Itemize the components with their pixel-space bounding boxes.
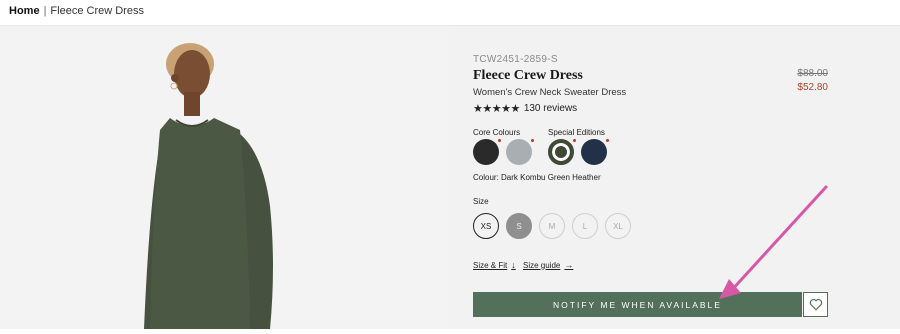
swatch-dark-kombu-green-selected[interactable] xyxy=(548,139,576,165)
size-s-button[interactable]: S xyxy=(506,213,532,239)
size-guide-link[interactable]: Size guide → xyxy=(523,260,573,270)
reviews-link[interactable]: 130 reviews xyxy=(524,103,577,114)
size-fit-link[interactable]: Size & Fit ↓ xyxy=(473,260,516,270)
swatch-navy[interactable] xyxy=(581,139,609,165)
size-xs-button[interactable]: XS xyxy=(473,213,499,239)
size-m-button[interactable]: M xyxy=(539,213,565,239)
swatch-grey[interactable] xyxy=(506,139,534,165)
star-rating-icon: ★★★★★ xyxy=(473,103,520,115)
product-image[interactable] xyxy=(0,26,449,329)
product-sku: TCW2451-2859-S xyxy=(473,54,558,65)
product-title: Fleece Crew Dress xyxy=(473,68,583,83)
core-colours-label: Core Colours xyxy=(473,128,521,137)
price-original: $88.00 xyxy=(797,68,828,79)
wishlist-button[interactable] xyxy=(803,292,828,317)
size-label: Size xyxy=(473,197,489,206)
special-editions-label: Special Editions xyxy=(548,128,605,137)
breadcrumb-separator: | xyxy=(43,5,47,17)
product-subtitle: Women's Crew Neck Sweater Dress xyxy=(473,87,627,98)
heart-icon xyxy=(809,298,822,311)
selected-colour-text: Colour: Dark Kombu Green Heather xyxy=(473,173,601,182)
size-guide-label: Size guide xyxy=(523,260,561,270)
arrow-down-icon: ↓ xyxy=(511,260,516,270)
price-sale: $52.80 xyxy=(797,82,828,93)
swatch-indicator-dot xyxy=(531,139,534,142)
size-l-button[interactable]: L xyxy=(572,213,598,239)
model-illustration xyxy=(144,43,273,329)
breadcrumb-current: Fleece Crew Dress xyxy=(50,5,144,17)
breadcrumb: Home | Fleece Crew Dress xyxy=(9,5,144,17)
breadcrumb-home-link[interactable]: Home xyxy=(9,5,40,17)
swatch-indicator-dot xyxy=(498,139,501,142)
size-fit-label: Size & Fit xyxy=(473,260,508,270)
notify-me-button[interactable]: NOTIFY ME WHEN AVAILABLE xyxy=(473,292,802,317)
rating: ★★★★★ 130 reviews xyxy=(473,102,577,115)
size-xl-button[interactable]: XL xyxy=(605,213,631,239)
swatch-indicator-dot xyxy=(573,139,576,142)
swatch-black[interactable] xyxy=(473,139,501,165)
arrow-right-icon: → xyxy=(564,260,574,270)
swatch-indicator-dot xyxy=(606,139,609,142)
